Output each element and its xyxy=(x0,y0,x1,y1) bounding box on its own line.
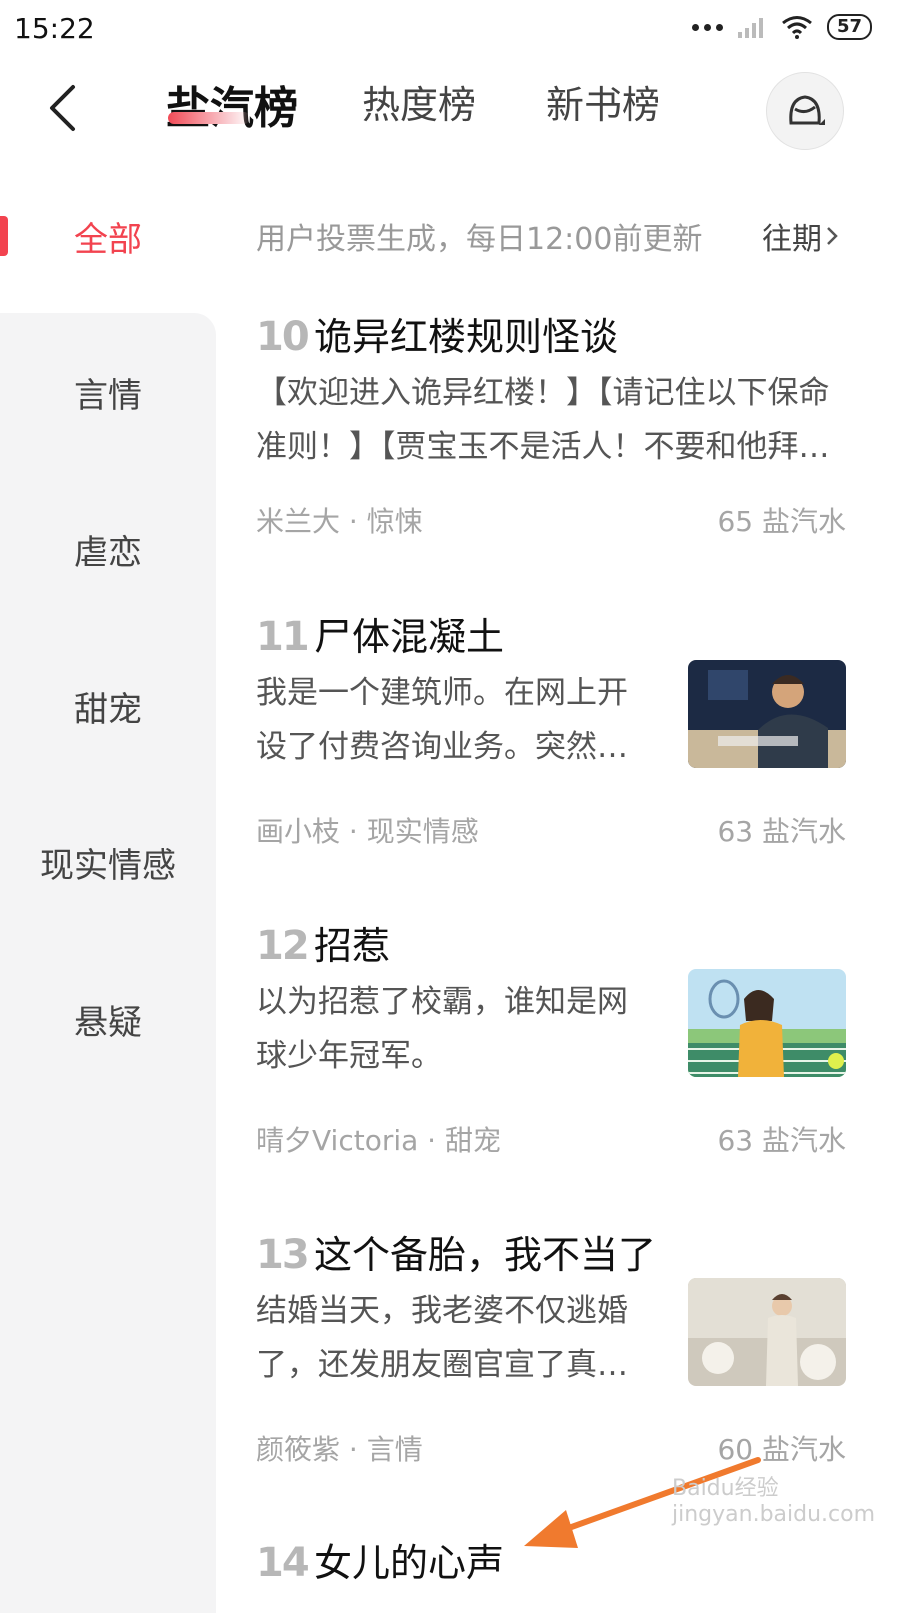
annotation-arrow-icon xyxy=(524,1457,761,1548)
watermark: Baidu经验 jingyan.baidu.com xyxy=(672,1476,876,1527)
